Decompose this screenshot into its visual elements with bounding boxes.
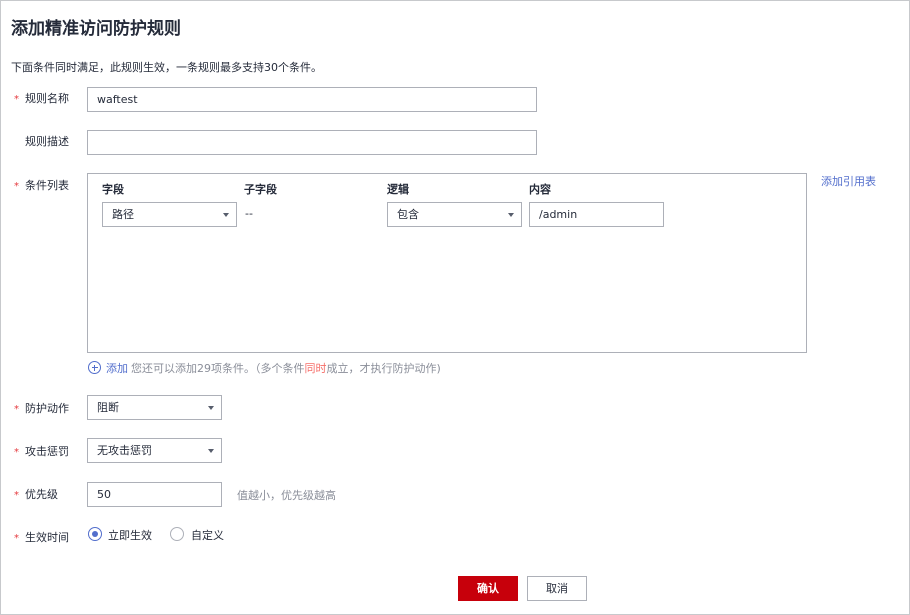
cancel-button[interactable]: 取消 [527, 576, 587, 601]
penalty-label: * 攻击惩罚 [14, 444, 69, 460]
chevron-down-icon [508, 213, 514, 217]
rule-name-label: * 规则名称 [14, 91, 69, 107]
col-header-logic: 逻辑 [387, 183, 409, 196]
conditions-label: * 条件列表 [14, 178, 69, 194]
penalty-label-text: 攻击惩罚 [25, 445, 69, 458]
effective-time-label-text: 生效时间 [25, 531, 69, 544]
chevron-down-icon [208, 406, 214, 410]
chevron-down-icon [208, 449, 214, 453]
condition-content-input[interactable]: /admin [529, 202, 664, 227]
priority-label: * 优先级 [14, 487, 58, 503]
priority-input[interactable]: 50 [87, 482, 222, 507]
col-header-field: 字段 [102, 183, 124, 196]
condition-field-select[interactable]: 路径 [102, 202, 237, 227]
penalty-select[interactable]: 无攻击惩罚 [87, 438, 222, 463]
col-header-content: 内容 [529, 183, 551, 196]
required-mark: * [14, 533, 19, 544]
required-mark: * [14, 94, 19, 105]
required-mark: * [14, 181, 19, 192]
required-mark: * [14, 404, 19, 415]
action-select[interactable]: 阻断 [87, 395, 222, 420]
add-reference-table-link[interactable]: 添加引用表 [821, 173, 876, 189]
chevron-down-icon [223, 213, 229, 217]
dialog-subtitle: 下面条件同时满足，此规则生效，一条规则最多支持30个条件。 [11, 61, 322, 74]
add-hint-suffix: 成立，才执行防护动作) [326, 362, 441, 375]
add-hint-prefix: 您还可以添加29项条件。（多个条件 [131, 362, 305, 375]
condition-field-value: 路径 [112, 208, 134, 221]
radio-custom-label[interactable]: 自定义 [191, 527, 224, 543]
add-condition-hint: 您还可以添加29项条件。（多个条件同时成立，才执行防护动作) [131, 360, 441, 376]
required-mark: * [14, 447, 19, 458]
condition-subfield-value: -- [245, 207, 253, 220]
condition-logic-value: 包含 [397, 208, 419, 221]
rule-name-input[interactable]: waftest [87, 87, 537, 112]
priority-label-text: 优先级 [25, 488, 58, 501]
add-circle-icon[interactable] [88, 361, 101, 374]
dialog-title: 添加精准访问防护规则 [11, 19, 181, 39]
confirm-button[interactable]: 确认 [458, 576, 518, 601]
rule-name-label-text: 规则名称 [25, 92, 69, 105]
radio-immediate[interactable] [88, 527, 102, 541]
radio-custom[interactable] [170, 527, 184, 541]
penalty-value: 无攻击惩罚 [97, 444, 152, 457]
rule-desc-label-text: 规则描述 [25, 135, 69, 148]
required-mark: * [14, 490, 19, 501]
rule-desc-input[interactable] [87, 130, 537, 155]
conditions-table: 字段 子字段 逻辑 内容 路径 -- 包含 /admin [87, 173, 807, 353]
rule-desc-label: 规则描述 [14, 134, 69, 150]
add-hint-highlight: 同时 [304, 362, 327, 375]
conditions-label-text: 条件列表 [25, 179, 69, 192]
condition-logic-select[interactable]: 包含 [387, 202, 522, 227]
action-value: 阻断 [97, 401, 119, 414]
action-label-text: 防护动作 [25, 402, 69, 415]
action-label: * 防护动作 [14, 401, 69, 417]
col-header-subfield: 子字段 [244, 183, 277, 196]
effective-time-label: * 生效时间 [14, 530, 69, 546]
radio-immediate-label[interactable]: 立即生效 [108, 527, 152, 543]
add-condition-link[interactable]: 添加 [106, 360, 128, 376]
priority-hint: 值越小，优先级越高 [237, 489, 336, 502]
